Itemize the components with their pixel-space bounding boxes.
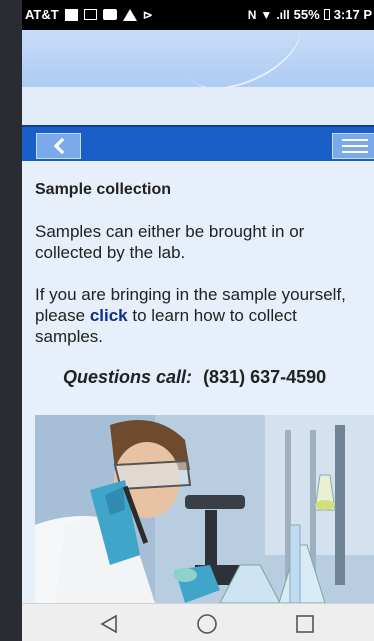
status-bar: AT&T ⊳ N ▼ .ıll 55% 3:17 P: [22, 0, 374, 30]
battery-icon: [323, 9, 330, 20]
click-link[interactable]: click: [90, 306, 128, 325]
device-bezel: [0, 0, 22, 641]
scientist-lab-photo: [35, 415, 374, 603]
cell-signal-icon: .ıll: [276, 7, 290, 22]
site-nav-bar: [22, 125, 374, 161]
site-header-banner: [22, 30, 374, 87]
hamburger-menu-icon: [342, 139, 368, 141]
lab-photo-illustration: [35, 415, 374, 603]
wifi-icon: ▼: [260, 7, 273, 22]
system-navigation-bar: [22, 603, 374, 641]
instructions-after-link: to learn how to collect: [127, 306, 297, 325]
page-heading: Sample collection: [35, 181, 172, 198]
phone-screen: AT&T ⊳ N ▼ .ıll 55% 3:17 P Sample collec…: [22, 0, 374, 641]
signal-off-icon: ⊳: [142, 7, 153, 22]
instructions-paragraph: If you are bringing in the sample yourse…: [35, 284, 346, 347]
menu-button[interactable]: [332, 133, 374, 159]
back-button[interactable]: [36, 133, 81, 159]
triangle-back-icon[interactable]: [98, 613, 120, 635]
instructions-line-1: If you are bringing in the sample yourse…: [35, 285, 346, 304]
instructions-line-2: please click to learn how to collect: [35, 305, 346, 326]
nfc-icon: N: [247, 7, 257, 22]
message-notification-icon: [102, 9, 117, 20]
instructions-before-link: please: [35, 306, 90, 325]
status-bar-left: AT&T ⊳: [25, 7, 153, 22]
clock: 3:17 P: [333, 7, 372, 22]
banner-swoosh-decoration: [176, 30, 312, 87]
hamburger-line: [342, 151, 368, 153]
intro-line-2: collected by the lab.: [35, 243, 186, 262]
square-recents-icon[interactable]: [294, 613, 316, 635]
status-bar-right: N ▼ .ıll 55% 3:17 P: [248, 7, 372, 22]
contact-line: Questions call: (831) 637-4590: [63, 367, 326, 388]
intro-paragraph: Samples can either be brought in or coll…: [35, 221, 304, 263]
hamburger-line: [342, 145, 368, 147]
battery-percent: 55%: [293, 7, 320, 22]
notification-square-icon: [64, 8, 78, 21]
image-notification-icon: [83, 9, 97, 20]
header-band: [22, 87, 374, 125]
phone-number[interactable]: (831) 637-4590: [203, 367, 326, 387]
intro-line-1: Samples can either be brought in or: [35, 222, 305, 241]
questions-label: Questions call:: [63, 367, 193, 387]
instructions-line-3: samples.: [35, 327, 104, 346]
chevron-left-icon: [53, 138, 64, 154]
carrier-label: AT&T: [25, 7, 59, 22]
circle-home-icon[interactable]: [196, 613, 218, 635]
warning-icon: [122, 8, 137, 21]
